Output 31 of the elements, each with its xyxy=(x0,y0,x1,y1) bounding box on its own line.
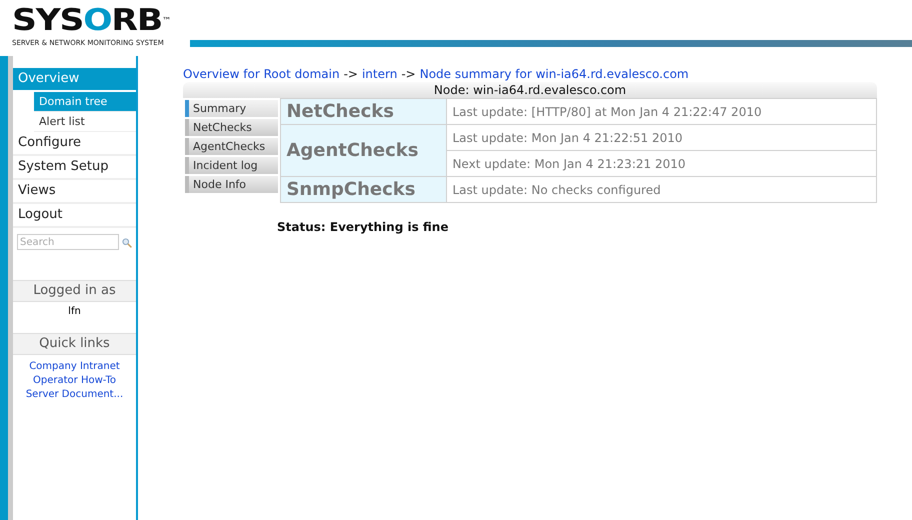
side-tab[interactable]: Incident log xyxy=(185,157,278,174)
search-field[interactable]: Search xyxy=(17,234,119,250)
side-tab[interactable]: Node Info xyxy=(185,176,278,193)
status-text: Status: Everything is fine xyxy=(277,220,450,234)
menu-item[interactable]: System Setup xyxy=(13,156,136,180)
check-type-cell: SnmpChecks xyxy=(280,176,447,202)
update-cell: Last update: [HTTP/80] at Mon Jan 4 21:22:47 2010 xyxy=(446,98,876,124)
check-type-cell: AgentChecks xyxy=(280,124,447,176)
breadcrumb-link[interactable]: Node summary for win-ia64.rd.evalesco.com xyxy=(420,67,689,81)
panel-title: Node: win-ia64.rd.evalesco.com xyxy=(183,82,877,98)
quick-links-heading: Quick links xyxy=(13,333,136,355)
quick-link[interactable]: Company Intranet xyxy=(29,361,120,372)
update-cell: Last update: Mon Jan 4 21:22:51 2010 xyxy=(446,124,876,150)
breadcrumb-separator: -> xyxy=(401,67,416,81)
quick-link[interactable]: Server Document... xyxy=(26,389,124,400)
check-type-cell: NetChecks xyxy=(280,98,447,124)
menu-item[interactable]: Views xyxy=(13,180,136,204)
menu-item[interactable]: Logout xyxy=(13,204,136,228)
breadcrumb-link[interactable]: intern xyxy=(362,67,398,81)
side-tab[interactable]: Summary xyxy=(185,100,278,117)
breadcrumb-separator: -> xyxy=(344,67,358,81)
logged-in-heading: Logged in as xyxy=(13,280,136,302)
menu-item[interactable]: Configure xyxy=(13,132,136,156)
side-tab[interactable]: AgentChecks xyxy=(185,138,278,155)
side-tab[interactable]: NetChecks xyxy=(185,119,278,136)
quick-link[interactable]: Operator How-To xyxy=(33,375,116,386)
submenu-item[interactable]: Alert list xyxy=(34,112,136,132)
update-cell: Next update: Mon Jan 4 21:23:21 2010 xyxy=(446,150,876,176)
update-cell: Last update: No checks configured xyxy=(446,176,876,202)
breadcrumb-link[interactable]: Overview for Root domain xyxy=(183,67,340,81)
user-name: lfn xyxy=(67,305,82,319)
